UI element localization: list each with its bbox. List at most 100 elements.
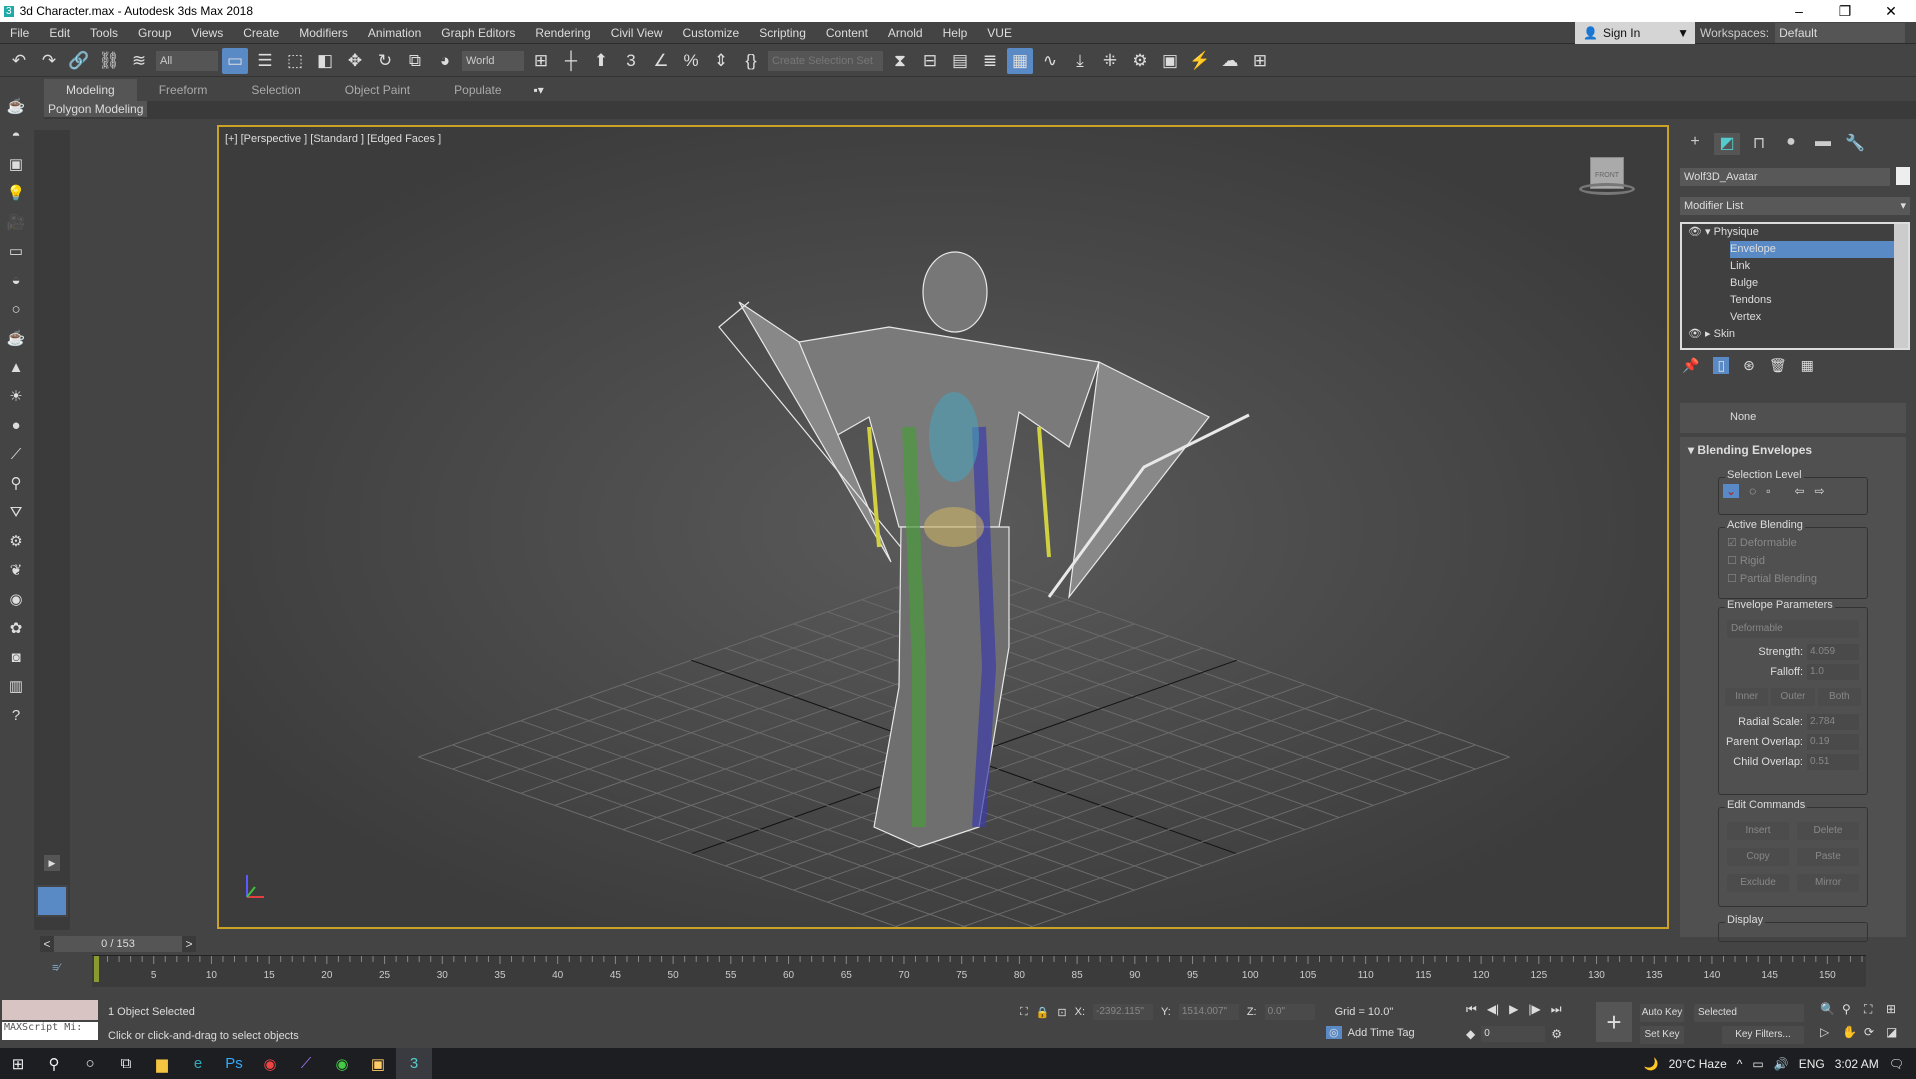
create-selection-set-dropdown[interactable]: Create Selection Set	[768, 50, 883, 71]
bind-space-warp-icon[interactable]: ≋	[126, 48, 152, 74]
display-tab-icon[interactable]: ▬	[1810, 133, 1836, 155]
biped-icon[interactable]: ⛛	[3, 499, 29, 525]
viewport-thumbnail[interactable]	[36, 885, 68, 917]
notifications-icon[interactable]: 🗨	[1889, 1057, 1904, 1071]
help-icon[interactable]: ?	[3, 702, 29, 728]
arrow-right-icon[interactable]: ⇨	[1815, 484, 1825, 498]
current-frame-field[interactable]: 0	[1481, 1026, 1546, 1042]
select-object-icon[interactable]: ▭	[222, 47, 248, 74]
modifier-stack-item[interactable]: 👁 ▸ Skin	[1682, 326, 1894, 343]
zoom-extents-icon[interactable]: ⛶	[1864, 1002, 1886, 1017]
modifier-stack-item[interactable]: Tendons	[1730, 292, 1894, 309]
align-icon[interactable]: ⊟	[917, 48, 943, 74]
color-icon[interactable]: ✿	[3, 615, 29, 641]
spinner-snap-icon[interactable]: ⇕	[708, 48, 734, 74]
pan-icon[interactable]: ✋	[1842, 1025, 1864, 1039]
menu-views[interactable]: Views	[181, 26, 233, 40]
polygon-modeling-tab[interactable]: Polygon Modeling	[44, 101, 148, 117]
menu-scripting[interactable]: Scripting	[749, 26, 816, 40]
ribbon-options-icon[interactable]: ▪▾	[534, 83, 544, 97]
mirror-icon[interactable]: ⧗	[887, 48, 913, 74]
outer-button[interactable]: Outer	[1771, 688, 1815, 706]
viewport-layout-icon[interactable]: ⊞	[1247, 48, 1273, 74]
workspace-select[interactable]: Default	[1775, 23, 1906, 43]
utilities-tab-icon[interactable]: 🔧	[1842, 133, 1868, 155]
scene-explorer-icon[interactable]: ▤	[947, 48, 973, 74]
selection-filter-dropdown[interactable]: All	[156, 50, 218, 71]
teapot-icon[interactable]: ☕	[3, 325, 29, 351]
menu-file[interactable]: File	[0, 26, 39, 40]
mirror-button[interactable]: Mirror	[1797, 874, 1859, 892]
perspective-viewport[interactable]: [+] [Perspective ] [Standard ] [Edged Fa…	[217, 125, 1669, 929]
modify-tab-icon[interactable]: ◩	[1714, 133, 1740, 155]
select-by-name-icon[interactable]: ☰	[252, 48, 278, 74]
ribbon-tab-populate[interactable]: Populate	[432, 79, 523, 101]
object-color-swatch[interactable]	[1896, 167, 1910, 185]
task-view-icon[interactable]: ⧉	[108, 1048, 144, 1079]
weather-text[interactable]: 20°C Haze	[1669, 1057, 1727, 1071]
keyboard-shortcut-icon[interactable]: ┼	[558, 48, 584, 74]
modifier-stack-item[interactable]: Vertex	[1730, 309, 1894, 326]
point-icon[interactable]: ▫	[1766, 484, 1770, 498]
clock[interactable]: 3:02 AM	[1835, 1057, 1879, 1071]
orbit-icon[interactable]: ⟳	[1864, 1025, 1886, 1039]
modifier-stack-item[interactable]: Bulge	[1730, 275, 1894, 292]
track-bar[interactable]: 5 10 15 20 25 30 35 40 45 50 55 60 65 70 75 80 85 90 95 100…	[92, 955, 1866, 987]
partial-blending-checkbox[interactable]: ☐ Partial Blending	[1719, 572, 1867, 590]
reference-coord-dropdown[interactable]: World	[462, 50, 524, 71]
both-button[interactable]: Both	[1817, 688, 1861, 706]
time-slider[interactable]: < 0 / 153 >	[40, 936, 196, 952]
arrow-left-icon[interactable]: ⇦	[1794, 484, 1804, 498]
cortana-icon[interactable]: ○	[72, 1048, 108, 1079]
child-overlap-spinner[interactable]: 0.51	[1807, 754, 1859, 770]
next-frame-icon[interactable]: >	[182, 937, 196, 951]
globe-icon[interactable]: ◉	[3, 586, 29, 612]
go-to-start-icon[interactable]: ⏮	[1466, 1002, 1477, 1017]
prev-key-icon[interactable]: ◀|	[1487, 1002, 1499, 1017]
radial-scale-spinner[interactable]: 2.784	[1807, 714, 1859, 730]
light-icon[interactable]: 💡	[3, 180, 29, 206]
menu-civil-view[interactable]: Civil View	[601, 26, 673, 40]
network-icon[interactable]: ▭	[1752, 1057, 1763, 1071]
place-icon[interactable]: ◕	[432, 48, 458, 74]
pivot-icon[interactable]: ⊞	[528, 48, 554, 74]
edge-icon[interactable]: e	[180, 1048, 216, 1079]
absolute-mode-icon[interactable]: ⊡	[1057, 1006, 1066, 1019]
maxscript-input[interactable]: MAXScript Mi:	[2, 1022, 98, 1040]
ribbon-tab-selection[interactable]: Selection	[229, 79, 322, 101]
isolate-icon[interactable]: ⛶	[1020, 1006, 1028, 1019]
z-field[interactable]: 0.0"	[1264, 1004, 1315, 1020]
photos-icon[interactable]: ▣	[360, 1048, 396, 1079]
menu-create[interactable]: Create	[233, 26, 289, 40]
viewcube-ring[interactable]	[1579, 183, 1635, 195]
undo-icon[interactable]: ↶	[6, 48, 32, 74]
scale-icon[interactable]: ⧉	[402, 48, 428, 74]
rotate-icon[interactable]: ↻	[372, 48, 398, 74]
teapot-icon[interactable]: ☕	[3, 93, 29, 119]
snap-icon[interactable]: 3	[618, 48, 644, 74]
falloff-spinner[interactable]: 1.0	[1807, 664, 1859, 680]
ribbon-tab-modeling[interactable]: Modeling	[44, 79, 137, 101]
cone-icon[interactable]: ▲	[3, 354, 29, 380]
x-field[interactable]: -2392.115"	[1093, 1004, 1154, 1020]
lock-icon[interactable]: 🔒	[1036, 1006, 1050, 1019]
viewcube[interactable]: FRONT	[1579, 157, 1635, 197]
sign-in-button[interactable]: 👤 Sign In ▼	[1575, 22, 1695, 44]
3dsmax-taskbar-icon[interactable]: 3	[396, 1048, 432, 1079]
parent-overlap-spinner[interactable]: 0.19	[1807, 734, 1859, 750]
menu-animation[interactable]: Animation	[358, 26, 431, 40]
y-field[interactable]: 1514.007"	[1178, 1004, 1239, 1020]
redo-icon[interactable]: ↷	[36, 48, 62, 74]
envelope-type-dropdown[interactable]: Deformable	[1727, 620, 1859, 638]
curve-editor-icon[interactable]: ∿	[1037, 48, 1063, 74]
exclude-button[interactable]: Exclude	[1727, 874, 1789, 892]
gear-icon[interactable]: ⚙	[3, 528, 29, 554]
modifier-stack-item[interactable]: 👁 ▾ Physique	[1682, 224, 1894, 241]
sun-icon[interactable]: ☀	[3, 383, 29, 409]
auto-key-button[interactable]: Auto Key	[1640, 1004, 1684, 1022]
unlink-icon[interactable]: ⛓	[96, 48, 122, 74]
menu-group[interactable]: Group	[128, 26, 181, 40]
motion-tab-icon[interactable]: ●	[1778, 133, 1804, 155]
ribbon-tab-freeform[interactable]: Freeform	[137, 79, 230, 101]
minimize-button[interactable]: –	[1776, 0, 1822, 22]
